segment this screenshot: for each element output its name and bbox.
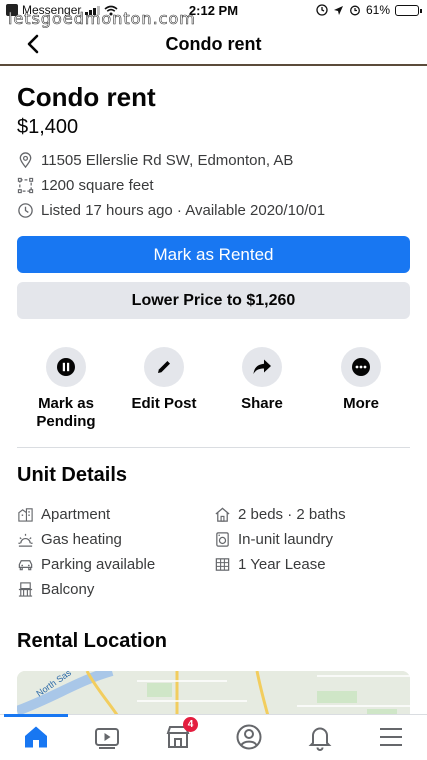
apartment-building-icon: [18, 508, 33, 522]
bottom-tab-bar: 4: [0, 714, 427, 760]
rental-location-title: Rental Location: [17, 630, 168, 652]
unit-details-title: Unit Details: [17, 464, 128, 486]
pencil-icon: [158, 361, 170, 373]
share-icon-circle[interactable]: [242, 347, 282, 387]
mark-as-rented-button[interactable]: Mark as Rented: [17, 236, 410, 273]
address-text: 11505 Ellerslie Rd SW, Edmonton, AB: [41, 152, 294, 169]
listing-title: Condo rent: [17, 82, 156, 112]
detail-beds-baths: 2 beds · 2 baths: [214, 506, 346, 523]
edit-post-action[interactable]: Edit Post: [119, 347, 209, 413]
section-divider: [17, 447, 410, 448]
address-row: 11505 Ellerslie Rd SW, Edmonton, AB: [17, 152, 293, 169]
location-pin-icon: [19, 152, 32, 169]
action-row: Mark as Pending Edit Post Share More: [0, 347, 427, 437]
mark-as-pending-label-line1: Mark as: [38, 395, 94, 412]
location-arrow-icon: [333, 5, 343, 15]
pause-icon-circle[interactable]: [46, 347, 86, 387]
pencil-icon-circle[interactable]: [144, 347, 184, 387]
more-dots-icon: [352, 358, 370, 376]
car-icon: [18, 560, 33, 571]
watch-video-icon[interactable]: [93, 723, 121, 751]
detail-gas-heating-text: Gas heating: [41, 531, 122, 548]
balcony-icon: [18, 582, 33, 597]
share-action[interactable]: Share: [217, 347, 307, 413]
battery-percent: 61%: [365, 3, 390, 17]
active-tab-indicator: [4, 714, 68, 717]
alarm-icon: [350, 5, 360, 16]
bell-icon[interactable]: [306, 723, 334, 751]
house-icon: [215, 507, 230, 522]
size-row: 1200 square feet: [17, 177, 154, 194]
listed-row: Listed 17 hours ago · Available 2020/10/…: [17, 202, 325, 219]
clock-icon: [18, 203, 33, 218]
lower-price-button[interactable]: Lower Price to $1,260: [17, 282, 410, 319]
size-text: 1200 square feet: [41, 177, 154, 194]
share-label: Share: [241, 395, 283, 412]
page-title: Condo rent: [165, 34, 262, 54]
detail-apartment-text: Apartment: [41, 506, 111, 523]
edit-post-label: Edit Post: [131, 395, 197, 412]
detail-parking: Parking available: [17, 556, 155, 573]
mark-as-pending-action[interactable]: Mark as Pending: [21, 347, 111, 431]
detail-lease-text: 1 Year Lease: [238, 556, 326, 573]
detail-apartment: Apartment: [17, 506, 110, 523]
mark-as-pending-label-line2: Pending: [36, 413, 96, 430]
share-arrow-icon: [253, 359, 271, 374]
detail-gas-heating: Gas heating: [17, 531, 122, 548]
screen-lock-icon: [316, 4, 328, 16]
detail-laundry-text: In-unit laundry: [238, 531, 334, 548]
pause-icon: [57, 358, 75, 376]
mark-as-pending-label: Mark as Pending: [21, 395, 111, 431]
battery-icon: [395, 4, 422, 16]
square-footage-icon: [17, 177, 34, 194]
notification-badge: 4: [183, 717, 198, 732]
detail-parking-text: Parking available: [41, 556, 156, 573]
home-icon[interactable]: [22, 723, 50, 751]
listed-text: Listed 17 hours ago · Available 2020/10/…: [41, 202, 326, 219]
status-right: 61%: [316, 3, 422, 17]
detail-beds-baths-text: 2 beds · 2 baths: [238, 506, 346, 523]
marketplace-tab[interactable]: 4: [164, 717, 198, 751]
calendar-grid-icon: [215, 558, 230, 571]
detail-lease: 1 Year Lease: [214, 556, 326, 573]
listing-price: $1,400: [17, 116, 79, 138]
more-label: More: [343, 395, 379, 412]
detail-balcony-text: Balcony: [41, 581, 95, 598]
washing-machine-icon: [216, 532, 229, 547]
more-action[interactable]: More: [316, 347, 406, 413]
detail-balcony: Balcony: [17, 581, 94, 598]
header: Condo rent: [0, 26, 427, 66]
heating-sun-icon: [18, 533, 33, 547]
profile-icon[interactable]: [235, 723, 263, 751]
detail-laundry: In-unit laundry: [214, 531, 333, 548]
more-icon-circle[interactable]: [341, 347, 381, 387]
menu-hamburger-icon[interactable]: [377, 723, 405, 751]
